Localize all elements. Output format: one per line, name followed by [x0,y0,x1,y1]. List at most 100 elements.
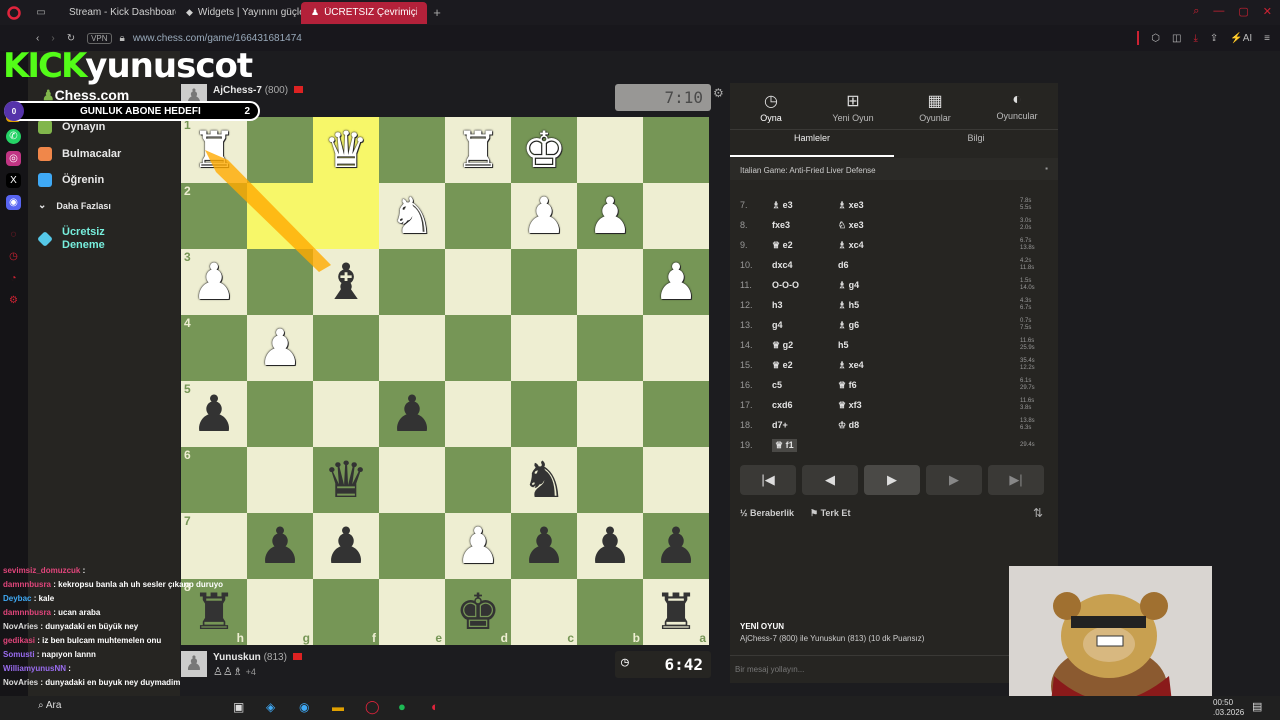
discord-icon[interactable]: ◉ [6,195,21,210]
nav-puzzles[interactable]: Bulmacalar [38,147,121,161]
notification-icon[interactable]: ▤ [1252,700,1262,713]
nav-play[interactable]: Oynayın [38,120,105,134]
spotify-icon[interactable]: ● [398,699,406,714]
chat-username[interactable]: damnnbusra [3,608,51,617]
vpn-badge[interactable]: VPN [87,32,112,44]
nav-free-trial[interactable]: Ücretsiz Deneme [37,226,138,252]
white-move[interactable]: dxc4 [772,260,793,270]
nav-more[interactable]: ⌄ Daha Fazlası [38,200,111,211]
chat-username[interactable]: sevimsiz_domuzcuk [3,566,80,575]
half-icon: ½ [740,508,748,518]
history-icon[interactable]: ◷ [6,249,21,264]
black-move[interactable]: ♗ xe3 [838,200,864,211]
forward-icon[interactable]: › [51,33,54,44]
black-move[interactable]: ♗ g6 [838,320,859,331]
white-move[interactable]: cxd6 [772,400,793,410]
black-move[interactable]: h5 [838,340,849,350]
draw-button[interactable]: ½ Beraberlik [740,508,794,518]
next-move-button[interactable]: ▶ [926,465,982,495]
white-move[interactable]: ♗ e3 [772,200,793,211]
task-view-icon[interactable]: ▣ [233,700,244,714]
board-settings-icon[interactable]: ⚙ [713,86,724,100]
white-move[interactable]: ♕ f1 [772,438,797,452]
close-button[interactable]: ✕ [1263,5,1272,18]
chat-username[interactable]: NovAries [3,678,38,687]
url-field[interactable]: www.chess.com/game/166431681474 [133,33,302,44]
black-move[interactable]: ♕ f6 [838,380,857,391]
white-move[interactable]: g4 [772,320,783,330]
copilot-icon[interactable]: ◈ [266,700,275,714]
camera-icon[interactable]: ◫ [1172,33,1181,44]
search-icon[interactable]: ⌕ [1193,5,1199,18]
tab-players[interactable]: ◐ Oyuncular [976,91,1058,121]
play-button[interactable]: ▶ [864,465,920,495]
whatsapp-icon[interactable]: ✆ [6,129,21,144]
settings-icon[interactable]: ⚙ [6,293,21,308]
instagram-icon[interactable]: ◎ [6,151,21,166]
opera-logo-icon[interactable] [0,5,28,20]
tab-play[interactable]: ◷ Oyna [730,91,812,123]
move-list[interactable]: 7. ♗ e3 ♗ xe3 7.8s 5.5s 8. fxe3 ♘ xe3 3.0s 2.0s 9.… [730,183,1058,453]
browser-tab-kick[interactable]: Stream - Kick Dashboard [54,2,176,24]
chat-username[interactable]: gedikasi [3,636,35,645]
prev-move-button[interactable]: ◀ [802,465,858,495]
chat-username[interactable]: NovAries [3,622,38,631]
nav-learn[interactable]: Öğrenin [38,173,104,187]
new-tab-button[interactable]: + [427,5,447,20]
resign-button[interactable]: ⚑ Terk Et [810,508,850,519]
chat-username[interactable]: WilliamyunusNN [3,664,66,673]
white-move[interactable]: O-O-O [772,280,799,290]
system-clock[interactable]: 00:50.03.2026 [1213,698,1244,718]
taskbar-search[interactable]: ⌕ Ara [38,700,61,711]
chat-username[interactable]: damnnbusra [3,580,51,589]
chat-message: Somusti : napıyon lannn [3,650,96,659]
music-icon[interactable]: ◌ [6,227,21,242]
x-icon[interactable]: X [6,173,21,188]
black-move[interactable]: ♘ xe3 [838,220,864,231]
share-icon[interactable]: ⇪ [1210,33,1218,44]
opponent-name[interactable]: AjChess-7 (800) [213,85,303,96]
extension-icon[interactable]: ⬡ [1151,33,1160,44]
subtab-info[interactable]: Bilgi [894,133,1058,143]
first-move-button[interactable]: |◀ [740,465,796,495]
ai-button[interactable]: ⚡AI [1230,33,1252,44]
browser-tab-widgets[interactable]: ◆ Widgets | Yayınını güçlend [176,2,301,24]
white-move[interactable]: ♕ g2 [772,340,793,351]
black-move[interactable]: ♗ xc4 [838,240,864,251]
chat-message: damnnbusra : kekropsu banla ah uh sesler… [3,580,224,589]
chat-username[interactable]: Deybac [3,594,31,603]
black-move[interactable]: d6 [838,260,849,270]
back-icon[interactable]: ‹ [36,33,39,44]
tab-new-game[interactable]: ⊞ Yeni Oyun [812,91,894,123]
explorer-icon[interactable]: ▬ [332,700,344,714]
subtab-moves[interactable]: Hamleler [730,133,894,143]
white-move[interactable]: h3 [772,300,783,310]
white-move[interactable]: ♕ e2 [772,360,793,371]
maximize-button[interactable]: ▢ [1238,5,1248,18]
black-move[interactable]: ♗ g4 [838,280,859,291]
black-move[interactable]: ♗ h5 [838,300,859,311]
reload-icon[interactable]: ↻ [67,33,75,44]
subscriber-goal: 0 GUNLUK ABONE HEDEFI 2 [4,101,260,121]
minimize-button[interactable]: — [1213,5,1224,18]
black-move[interactable]: ♕ xf3 [838,400,862,411]
flip-board-icon[interactable]: ⇅ [1033,506,1043,520]
white-move[interactable]: d7+ [772,420,788,430]
white-move[interactable]: fxe3 [772,220,790,230]
white-move[interactable]: c5 [772,380,782,390]
obs-icon[interactable]: ◐ [431,699,439,714]
black-move[interactable]: ♗ xe4 [838,360,864,371]
browser-tab-chess[interactable]: ♟ ÜCRETSİZ Çevrimiçi Satra [301,1,427,24]
menu-icon[interactable]: ≡ [1264,33,1270,44]
chat-username[interactable]: Somusti [3,650,35,659]
workspaces-icon[interactable]: ▭ [28,7,54,18]
pinboard-icon[interactable]: ◔ [6,271,21,286]
white-move[interactable]: ♕ e2 [772,240,793,251]
black-move[interactable]: ♔ d8 [838,420,859,431]
edge-icon[interactable]: ◉ [299,700,309,714]
last-move-button[interactable]: ▶| [988,465,1044,495]
tab-games[interactable]: ▦ Oyunlar [894,91,976,123]
opera-taskbar-icon[interactable]: ◯ [365,699,380,715]
download-icon[interactable]: ⤓ [1193,33,1197,44]
chat-input[interactable]: Bir mesaj yollayın... [735,665,804,674]
